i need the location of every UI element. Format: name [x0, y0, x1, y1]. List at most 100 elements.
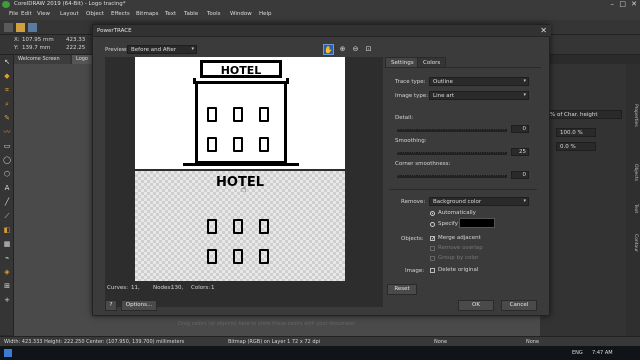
- connector-tool-icon[interactable]: ⟋: [2, 211, 12, 221]
- new-document-icon[interactable]: [4, 23, 13, 32]
- transparency-tool-icon[interactable]: ▦: [2, 239, 12, 249]
- zoom-tool-icon[interactable]: ⌕: [2, 99, 12, 109]
- percent-field-1[interactable]: 100.0 %: [556, 128, 596, 137]
- smoothing-slider[interactable]: ········································…: [397, 150, 507, 155]
- menu-text[interactable]: Text: [165, 11, 176, 17]
- preview-mode-select[interactable]: Before and After ▾: [127, 45, 197, 54]
- dock-tab-properties[interactable]: Properties: [628, 104, 638, 127]
- specify-color-swatch[interactable]: [459, 218, 495, 228]
- ok-button[interactable]: OK: [458, 300, 494, 311]
- dialog-close-icon[interactable]: ✕: [540, 26, 547, 35]
- eyedropper-icon[interactable]: ⌁: [2, 253, 12, 263]
- close-icon[interactable]: ✕: [631, 0, 637, 8]
- preview-label: Preview:: [105, 47, 128, 53]
- automatically-label: Automatically: [438, 210, 476, 216]
- text-tool-icon[interactable]: A: [2, 183, 12, 193]
- menu-table[interactable]: Table: [184, 11, 198, 17]
- trace-type-select[interactable]: Outline ▾: [429, 77, 529, 86]
- traced-window: [233, 219, 243, 234]
- minimize-icon[interactable]: –: [611, 0, 615, 8]
- hand-cursor-icon: ☝: [241, 185, 247, 195]
- tab-welcome-screen[interactable]: Welcome Screen: [14, 55, 70, 64]
- menu-view[interactable]: View: [37, 11, 50, 17]
- colors-count: 1: [211, 285, 215, 291]
- clock[interactable]: 7:47 AM: [592, 350, 613, 356]
- outline-indicator[interactable]: None: [526, 339, 539, 345]
- zoom-fit-icon[interactable]: ⊡: [363, 44, 374, 55]
- maximize-icon[interactable]: □: [619, 0, 626, 8]
- corner-smoothness-slider[interactable]: ········································…: [397, 173, 507, 178]
- percent-field-2[interactable]: 0.0 %: [556, 142, 596, 151]
- dock-tab-objects[interactable]: Objects: [628, 164, 638, 181]
- menu-tools[interactable]: Tools: [207, 11, 221, 17]
- curves-count: 11,: [131, 285, 140, 291]
- parallel-dimension-icon[interactable]: ╱: [2, 197, 12, 207]
- preview-area[interactable]: HOTEL HOTEL ☝ Curves: 11, Nodes: 130, Co…: [105, 57, 383, 307]
- tab-colors[interactable]: Colors: [417, 57, 447, 67]
- help-button[interactable]: ?: [105, 300, 117, 311]
- menu-bitmaps[interactable]: Bitmaps: [136, 11, 159, 17]
- polygon-tool-icon[interactable]: ⬡: [2, 169, 12, 179]
- open-folder-icon[interactable]: [16, 23, 25, 32]
- specify-radio[interactable]: [430, 222, 435, 227]
- menu-edit[interactable]: Edit: [21, 11, 32, 17]
- remove-select[interactable]: Background color ▾: [429, 197, 529, 206]
- automatically-radio[interactable]: [430, 211, 435, 216]
- dock-tab-text[interactable]: Text: [628, 204, 638, 213]
- detail-slider[interactable]: ········································…: [397, 127, 507, 132]
- ellipse-tool-icon[interactable]: ◯: [2, 155, 12, 165]
- remove-overlap-checkbox[interactable]: [430, 246, 435, 251]
- menu-object[interactable]: Object: [86, 11, 104, 17]
- add-tool-icon[interactable]: +: [2, 295, 12, 305]
- width-value[interactable]: 423.33: [66, 37, 85, 43]
- menu-window[interactable]: Window: [230, 11, 252, 17]
- pick-tool-icon[interactable]: ↖: [2, 57, 12, 67]
- interactive-fill-icon[interactable]: ◈: [2, 267, 12, 277]
- dock-tab-contour[interactable]: Contour: [628, 234, 638, 252]
- crop-tool-icon[interactable]: ⌗: [2, 85, 12, 95]
- smart-fill-icon[interactable]: ⊞: [2, 281, 12, 291]
- artistic-media-icon[interactable]: 〰: [2, 127, 12, 137]
- height-value[interactable]: 222.25: [66, 45, 85, 51]
- merge-adjacent-label: Merge adjacent: [438, 235, 481, 241]
- y-coord[interactable]: 139.7 mm: [22, 45, 50, 51]
- smoothing-value[interactable]: 25: [511, 148, 529, 156]
- menu-layout[interactable]: Layout: [60, 11, 79, 17]
- x-coord[interactable]: 107.95 mm: [22, 37, 54, 43]
- properties-docker: % of Char. height 100.0 % 0.0 %: [540, 64, 626, 336]
- nodes-count: 130,: [171, 285, 184, 291]
- group-by-color-checkbox[interactable]: [430, 256, 435, 261]
- objects-label: Objects:: [401, 236, 424, 242]
- tab-logo[interactable]: Logo: [72, 55, 94, 64]
- freehand-tool-icon[interactable]: ✎: [2, 113, 12, 123]
- options-button[interactable]: Options...: [121, 300, 157, 311]
- char-height-select[interactable]: % of Char. height: [546, 110, 622, 119]
- window: [259, 107, 269, 122]
- fill-indicator[interactable]: None: [434, 339, 447, 345]
- zoom-in-icon[interactable]: ⊕: [337, 44, 348, 55]
- zoom-out-icon[interactable]: ⊖: [350, 44, 361, 55]
- dialog-title: PowerTRACE: [97, 28, 132, 34]
- delete-original-checkbox[interactable]: [430, 268, 435, 273]
- menu-effects[interactable]: Effects: [111, 11, 130, 17]
- menu-help[interactable]: Help: [259, 11, 272, 17]
- menu-file[interactable]: File: [9, 11, 18, 17]
- document-tabs: Welcome Screen Logo: [14, 55, 94, 64]
- language-indicator[interactable]: ENG: [572, 350, 583, 356]
- window: [207, 107, 217, 122]
- image-type-select[interactable]: Line art ▾: [429, 91, 529, 100]
- cancel-button[interactable]: Cancel: [501, 300, 537, 311]
- reset-button[interactable]: Reset: [387, 284, 417, 295]
- drop-shadow-icon[interactable]: ◧: [2, 225, 12, 235]
- window: [233, 107, 243, 122]
- hotel-base: [183, 163, 299, 166]
- corner-smoothness-value[interactable]: 0: [511, 171, 529, 179]
- merge-adjacent-checkbox[interactable]: ✓: [430, 236, 435, 242]
- save-icon[interactable]: [28, 23, 37, 32]
- rectangle-tool-icon[interactable]: ▭: [2, 141, 12, 151]
- detail-value[interactable]: 0: [511, 125, 529, 133]
- pan-hand-icon[interactable]: ✋: [323, 44, 334, 55]
- start-icon[interactable]: [4, 349, 12, 357]
- shape-tool-icon[interactable]: ◆: [2, 71, 12, 81]
- tab-settings[interactable]: Settings: [385, 57, 420, 67]
